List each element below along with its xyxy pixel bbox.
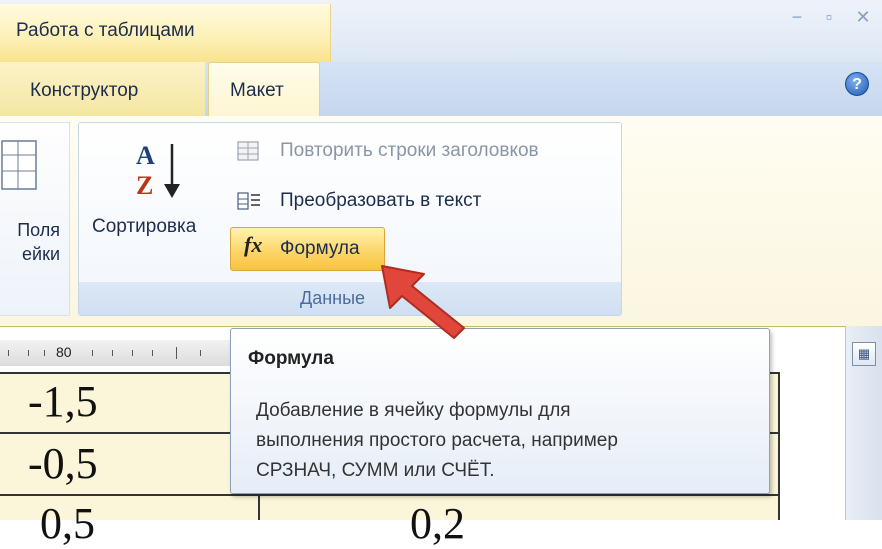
repeat-header-rows-button[interactable]: Повторить строки заголовков bbox=[280, 140, 539, 162]
sort-icon-letter-a: A bbox=[136, 141, 155, 170]
tab-layout-label: Макет bbox=[230, 80, 284, 101]
horizontal-ruler[interactable] bbox=[0, 340, 230, 367]
sort-icon[interactable]: A Z bbox=[130, 138, 190, 202]
tab-constructor-label: Конструктор bbox=[30, 80, 139, 101]
formula-fx-icon: fx bbox=[244, 232, 263, 257]
tooltip-title: Формула bbox=[248, 348, 334, 369]
table-border bbox=[0, 494, 780, 496]
minimize-button[interactable]: − bbox=[782, 6, 812, 28]
cell-margins-icon[interactable] bbox=[0, 135, 40, 195]
table-cell[interactable]: -1,5 bbox=[28, 376, 98, 427]
ruler-tick bbox=[200, 350, 201, 356]
sort-icon-letter-z: Z bbox=[136, 171, 153, 200]
repeat-header-rows-icon[interactable] bbox=[236, 140, 262, 162]
table-cell[interactable]: 0,5 bbox=[40, 498, 95, 549]
sort-button-label[interactable]: Сортировка bbox=[92, 216, 196, 238]
convert-to-text-icon[interactable] bbox=[236, 190, 262, 212]
ruler-tick bbox=[152, 350, 153, 356]
view-ruler-icon[interactable]: ▦ bbox=[852, 342, 876, 366]
cell-margins-label-line1: Поля bbox=[17, 220, 60, 240]
ruler-tick bbox=[44, 350, 45, 356]
convert-to-text-button[interactable]: Преобразовать в текст bbox=[280, 190, 481, 212]
ruler-tick bbox=[28, 350, 29, 356]
ruler-tick bbox=[112, 350, 113, 356]
restore-button[interactable]: ▫ bbox=[814, 6, 844, 28]
tooltip-line: Добавление в ячейку формулы для bbox=[256, 400, 571, 421]
table-cell[interactable]: -0,5 bbox=[28, 438, 98, 489]
help-icon[interactable]: ? bbox=[845, 72, 869, 96]
formula-button-label: Формула bbox=[280, 238, 360, 259]
ruler-tick bbox=[92, 350, 93, 356]
tooltip-line: выполнения простого расчета, например bbox=[256, 430, 618, 451]
cell-margins-label-line2: ейки bbox=[22, 244, 60, 264]
ruler-number: 80 bbox=[56, 344, 72, 360]
context-tab-label: Работа с таблицами bbox=[16, 20, 195, 41]
cell-margins-label[interactable]: Поля ейки bbox=[0, 218, 60, 266]
ruler-tick bbox=[176, 347, 177, 359]
table-cell[interactable]: 0,2 bbox=[410, 498, 465, 549]
data-group-title: Данные bbox=[300, 288, 366, 308]
ruler-tick bbox=[132, 350, 133, 356]
tooltip-line: СРЗНАЧ, СУММ или СЧЁТ. bbox=[256, 460, 495, 481]
ruler-tick bbox=[8, 350, 9, 356]
table-border bbox=[778, 372, 780, 520]
close-button[interactable]: ✕ bbox=[848, 6, 878, 28]
pointer-arrow-icon bbox=[381, 265, 465, 339]
